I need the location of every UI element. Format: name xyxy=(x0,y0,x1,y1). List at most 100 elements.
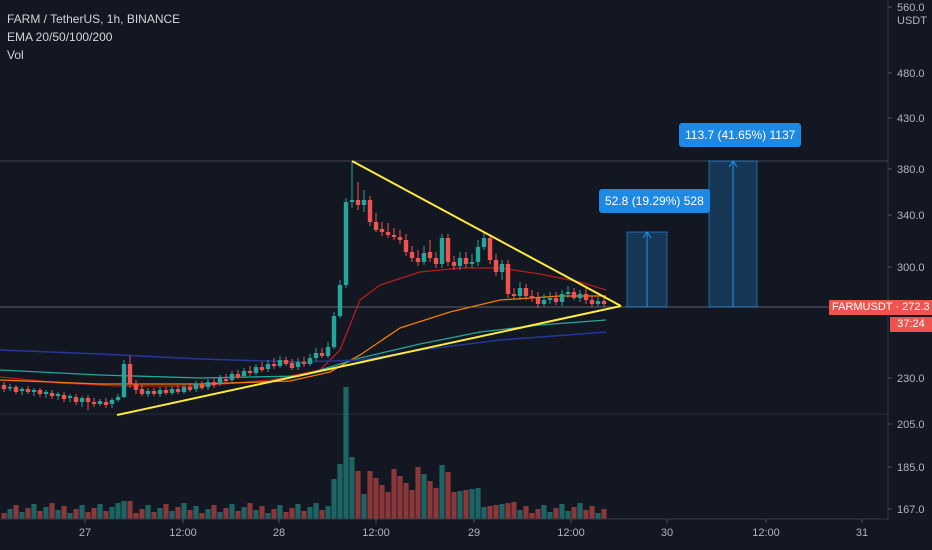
candle-body xyxy=(583,294,589,300)
time-axis: 27 12:00 28 12:00 29 12:00 30 12:00 31 xyxy=(0,518,888,539)
volume-bar xyxy=(325,506,331,519)
chart-legend: FARM / TetherUS, 1h, BINANCE EMA 20/50/1… xyxy=(7,10,180,64)
candle-body xyxy=(115,397,121,400)
volume-bar xyxy=(361,494,367,519)
volume-bar xyxy=(391,469,397,519)
candle-body xyxy=(283,360,289,364)
candle-body xyxy=(199,384,205,388)
candle-body xyxy=(265,364,271,369)
candle-body xyxy=(571,292,577,298)
volume-bar xyxy=(127,501,133,519)
volume-bar xyxy=(577,503,583,519)
price-tick-label: 480.0 xyxy=(897,68,925,80)
candle-body xyxy=(43,392,49,394)
volume-bar xyxy=(223,508,229,519)
volume-bar xyxy=(469,489,475,519)
candle-body xyxy=(133,384,139,390)
volume-bar xyxy=(259,506,265,519)
candle-body xyxy=(445,238,451,262)
volume-bar xyxy=(7,509,13,519)
time-tick-label: 30 xyxy=(661,527,673,539)
volume-bar xyxy=(115,503,121,519)
candle-body xyxy=(163,390,169,393)
volume-bar xyxy=(301,511,307,519)
currency-label: USDT xyxy=(897,15,927,27)
candle-body xyxy=(535,298,541,304)
candle-body xyxy=(7,387,13,389)
volume-bar xyxy=(121,501,127,519)
candle-body xyxy=(217,378,223,384)
candle-body xyxy=(229,374,235,380)
candle-body xyxy=(433,258,439,264)
candle-body xyxy=(541,300,547,304)
candle-body xyxy=(451,262,457,266)
volume-bar xyxy=(487,506,493,519)
volume-bar xyxy=(583,510,589,519)
volume-bar xyxy=(169,511,175,519)
volume-bar xyxy=(97,504,103,519)
volume-bar xyxy=(211,505,217,519)
candle-body xyxy=(349,200,355,202)
volume-bar xyxy=(193,506,199,519)
candle-body xyxy=(469,262,475,264)
candle-body xyxy=(181,387,187,392)
volume-bar xyxy=(205,509,211,519)
candle-body xyxy=(271,364,277,366)
volume-bar xyxy=(409,490,415,519)
candle-body xyxy=(97,401,103,404)
candle-body xyxy=(319,353,325,356)
volume-bar xyxy=(31,504,37,519)
candle-body xyxy=(421,253,427,262)
time-tick-label: 12:00 xyxy=(169,527,197,539)
candle-body xyxy=(19,389,25,391)
volume-bar xyxy=(307,507,313,519)
candle-body xyxy=(121,364,127,397)
volume-bar xyxy=(283,512,289,519)
volume-bar xyxy=(55,510,61,519)
candle-body xyxy=(79,398,85,402)
volume-bar xyxy=(13,505,19,519)
volume-bar xyxy=(157,508,163,519)
ema-indicator-label[interactable]: EMA 20/50/100/200 xyxy=(7,28,180,46)
candle-body xyxy=(487,238,493,260)
volume-bar xyxy=(463,490,469,519)
volume-bar xyxy=(67,513,73,519)
candle-body xyxy=(31,390,37,392)
candle-body xyxy=(127,364,133,384)
candle-body xyxy=(589,300,595,304)
symbol-title[interactable]: FARM / TetherUS, 1h, BINANCE xyxy=(7,10,180,28)
volume-bar xyxy=(175,507,181,519)
measure-label-2[interactable]: 113.7 (41.65%) 1137 xyxy=(679,123,802,147)
measure-label-1[interactable]: 52.8 (19.29%) 528 xyxy=(599,189,710,213)
price-tick-label: 340.0 xyxy=(897,210,925,222)
volume-bar xyxy=(337,464,343,519)
volume-bar xyxy=(145,505,151,519)
volume-bar xyxy=(277,505,283,519)
candle-body xyxy=(517,288,523,296)
time-tick-label: 12:00 xyxy=(557,527,585,539)
volume-bar xyxy=(475,488,481,519)
volume-bar xyxy=(289,508,295,519)
price-chart[interactable]: 560.0 480.0 430.0 380.0 340.0 300.0 230.0 205.0… xyxy=(0,0,932,550)
candle-body xyxy=(91,402,97,404)
volume-bar xyxy=(373,478,379,519)
volume-bar xyxy=(379,485,385,519)
volume-bar xyxy=(439,465,445,519)
candle-body xyxy=(331,316,337,347)
candle-body xyxy=(301,362,307,364)
volume-indicator-label[interactable]: Vol xyxy=(7,46,180,64)
ema-200-line xyxy=(0,331,607,363)
volume-bar xyxy=(241,507,247,519)
candle-body xyxy=(343,202,349,285)
candle-body xyxy=(355,200,361,205)
candle-body xyxy=(187,387,193,390)
candle-body xyxy=(385,232,391,235)
volume-bar xyxy=(61,506,67,519)
volume-bar xyxy=(493,505,499,519)
ema-20-line xyxy=(0,267,607,387)
candle-body xyxy=(595,301,601,304)
price-tick-label: 205.0 xyxy=(897,419,925,431)
candle-body xyxy=(427,252,433,258)
candle-body xyxy=(85,398,91,402)
candle-body xyxy=(337,285,343,316)
